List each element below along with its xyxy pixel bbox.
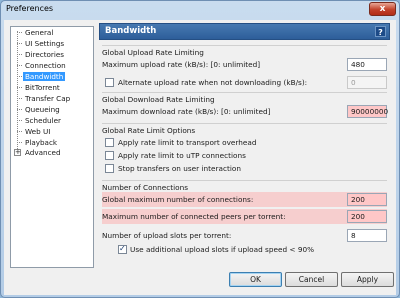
sidebar-item-label: Advanced <box>25 148 61 157</box>
apply-button[interactable]: Apply <box>341 272 394 287</box>
global-connections-input[interactable]: 200 <box>347 193 387 206</box>
tree-connector <box>17 142 22 143</box>
preferences-tree: General UI Settings Directories Connecti… <box>10 26 94 268</box>
download-group-title: Global Download Rate Limiting <box>102 95 215 104</box>
alt-upload-checkbox[interactable] <box>105 78 114 87</box>
connections-group: Number of Connections Global maximum num… <box>102 180 387 266</box>
options-group-title: Global Rate Limit Options <box>102 126 196 135</box>
tree-connector <box>17 32 22 33</box>
additional-slots-checkbox[interactable] <box>118 244 127 254</box>
cancel-button[interactable]: Cancel <box>285 272 338 287</box>
rate-options-group: Global Rate Limit Options Apply rate lim… <box>102 123 387 177</box>
stop-transfers-label: Stop transfers on user interaction <box>118 164 241 173</box>
sidebar-item-transfer-cap[interactable]: Transfer Cap <box>23 93 72 104</box>
alt-upload-label: Alternate upload rate when not downloadi… <box>118 78 308 87</box>
sidebar-item-label: Connection <box>25 61 66 70</box>
tree-connector <box>17 76 22 77</box>
window-title: Preferences <box>6 4 54 13</box>
help-icon[interactable]: ? <box>375 26 386 37</box>
title-bar[interactable]: Preferences x <box>1 1 399 19</box>
additional-slots-label: Use additional upload slots if upload sp… <box>130 245 315 254</box>
ok-button[interactable]: OK <box>229 272 282 287</box>
sidebar-item-label: Scheduler <box>25 116 61 125</box>
tree-connector <box>17 120 22 121</box>
bandwidth-panel: Bandwidth ? Global Upload Rate Limiting … <box>99 23 390 268</box>
download-rate-group: Global Download Rate Limiting Maximum do… <box>102 92 388 124</box>
sidebar-item-label: Bandwidth <box>23 72 66 81</box>
tree-connector <box>17 65 22 66</box>
upload-slots-label: Number of upload slots per torrent: <box>102 231 232 240</box>
panel-title: Bandwidth <box>105 26 157 36</box>
sidebar-item-general[interactable]: General <box>23 27 55 38</box>
expand-icon[interactable]: + <box>14 149 21 156</box>
sidebar-item-label: BitTorrent <box>25 83 60 92</box>
tree-connector <box>17 54 22 55</box>
tree-connector <box>17 131 22 132</box>
sidebar-item-bittorrent[interactable]: BitTorrent <box>23 82 62 93</box>
tree-connector <box>17 43 22 44</box>
preferences-window: Preferences x General UI Settings Direct… <box>0 0 400 298</box>
sidebar-item-label: Playback <box>25 138 58 147</box>
sidebar-item-scheduler[interactable]: Scheduler <box>23 115 63 126</box>
connections-group-title: Number of Connections <box>102 183 189 192</box>
tree-connector <box>17 98 22 99</box>
dialog-client-area: General UI Settings Directories Connecti… <box>4 20 396 295</box>
max-download-input[interactable]: 90000000 <box>347 105 388 118</box>
sidebar-item-label: Queueing <box>25 105 60 114</box>
max-download-label: Maximum download rate (kB/s): [0: unlimi… <box>102 107 271 116</box>
global-connections-label: Global maximum number of connections: <box>102 195 254 204</box>
sidebar-item-web-ui[interactable]: Web UI <box>23 126 52 137</box>
sidebar-item-label: Directories <box>25 50 65 59</box>
upload-slots-input[interactable]: 8 <box>347 229 387 242</box>
upload-group-title: Global Upload Rate Limiting <box>102 48 204 57</box>
sidebar-item-queueing[interactable]: Queueing <box>23 104 62 115</box>
alt-upload-input[interactable]: 0 <box>347 76 387 89</box>
sidebar-item-bandwidth[interactable]: Bandwidth <box>23 71 66 82</box>
close-button[interactable]: x <box>369 2 396 16</box>
transport-overhead-checkbox[interactable] <box>105 138 114 147</box>
transport-overhead-label: Apply rate limit to transport overhead <box>118 138 257 147</box>
stop-transfers-checkbox[interactable] <box>105 164 114 173</box>
tree-connector <box>17 109 22 110</box>
sidebar-item-label: General <box>25 28 54 37</box>
peers-per-torrent-input[interactable]: 200 <box>347 210 387 223</box>
max-upload-label: Maximum upload rate (kB/s): [0: unlimite… <box>102 60 261 69</box>
max-upload-input[interactable]: 480 <box>347 58 387 71</box>
sidebar-item-label: UI Settings <box>25 39 65 48</box>
utp-checkbox[interactable] <box>105 151 114 160</box>
sidebar-item-directories[interactable]: Directories <box>23 49 66 60</box>
peers-per-torrent-label: Maximum number of connected peers per to… <box>102 212 286 221</box>
panel-header: Bandwidth ? <box>99 23 390 40</box>
sidebar-item-label: Web UI <box>25 127 51 136</box>
sidebar-item-label: Transfer Cap <box>25 94 71 103</box>
sidebar-item-connection[interactable]: Connection <box>23 60 68 71</box>
utp-label: Apply rate limit to uTP connections <box>118 151 246 160</box>
sidebar-item-ui-settings[interactable]: UI Settings <box>23 38 66 49</box>
sidebar-item-advanced[interactable]: Advanced <box>23 147 63 158</box>
tree-connector <box>17 87 22 88</box>
